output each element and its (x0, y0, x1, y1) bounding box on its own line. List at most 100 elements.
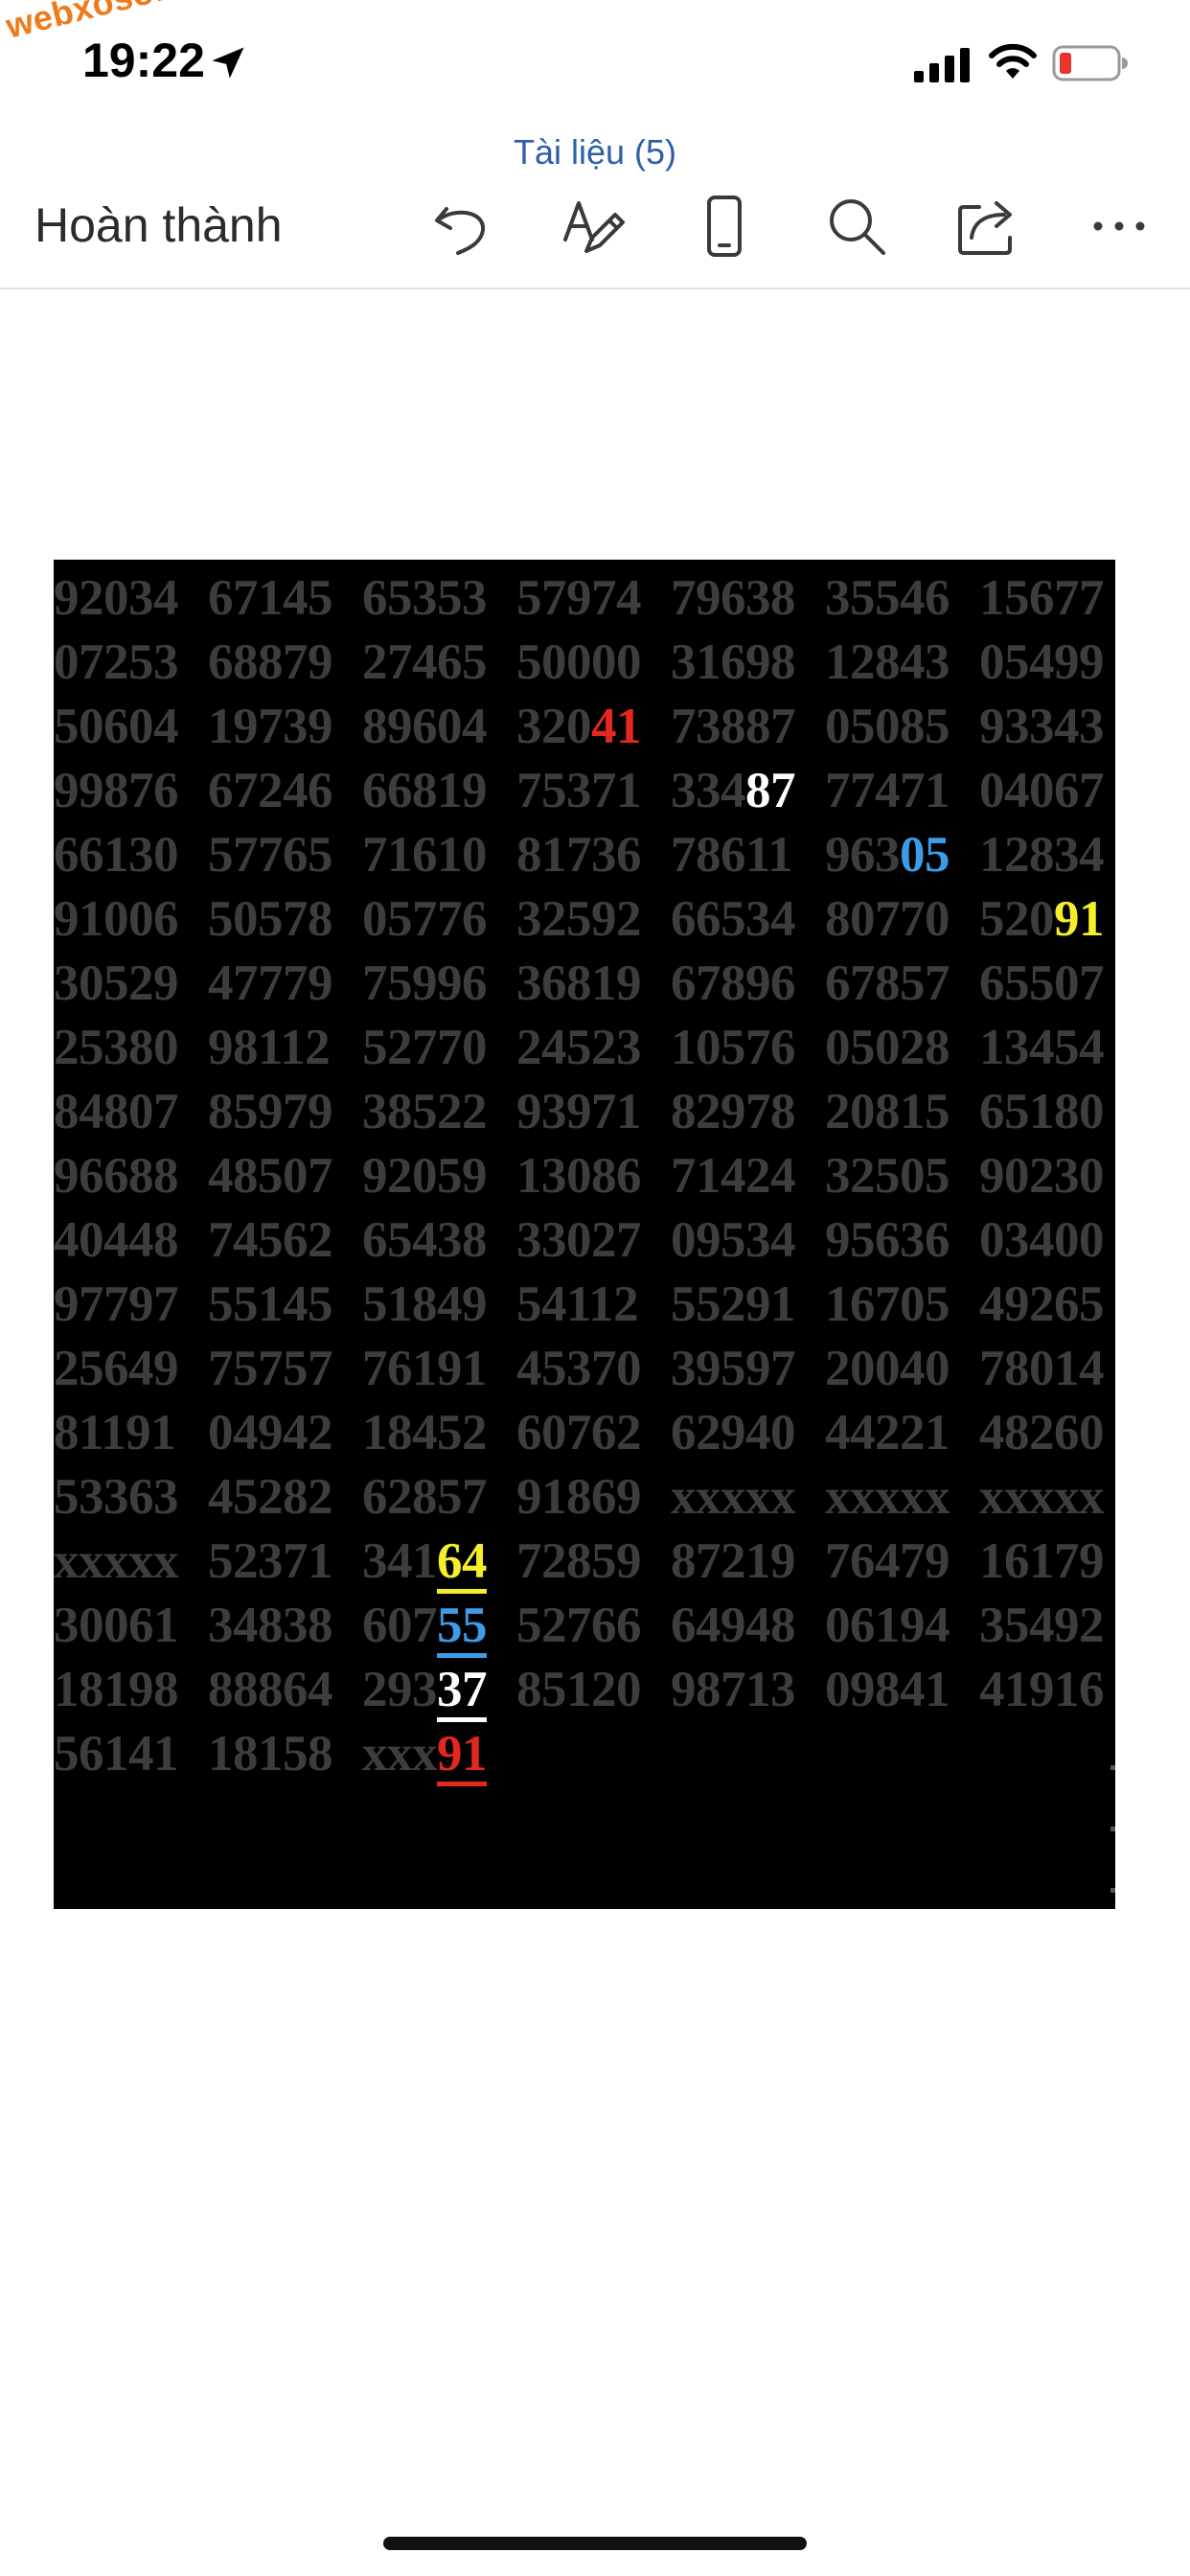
number-text: 78014 (979, 1340, 1105, 1396)
number-cell: 93971 (516, 1083, 671, 1140)
number-cell: 98713 (671, 1661, 825, 1718)
number-text: 19739 (208, 698, 333, 754)
number-text: 93343 (979, 698, 1105, 754)
number-cell: 64948 (671, 1597, 825, 1654)
number-cell: 44221 (825, 1404, 979, 1461)
number-cell: 55145 (208, 1276, 362, 1333)
number-cell: xxxxx (825, 1468, 979, 1526)
number-cell: 65180 (979, 1083, 1115, 1140)
number-text: 05776 (362, 890, 488, 947)
number-text: 47779 (208, 954, 333, 1011)
number-text: 80770 (825, 890, 950, 947)
number-cell: 56141 (54, 1725, 208, 1782)
number-cell: 67896 (671, 954, 825, 1012)
highlighted-number: 87 (745, 762, 796, 818)
number-cell: 75757 (208, 1340, 362, 1397)
number-cell: 32592 (516, 890, 671, 948)
number-cell: 89604 (362, 698, 516, 755)
number-cell: 78014 (979, 1340, 1115, 1397)
number-text: 52371 (208, 1532, 333, 1589)
number-cell: 04942 (208, 1404, 362, 1461)
number-text: 20815 (825, 1083, 950, 1139)
number-cell: 71610 (362, 826, 516, 884)
draw-icon[interactable] (558, 190, 630, 263)
number-text: 18158 (208, 1725, 333, 1782)
number-cell: 73887 (671, 698, 825, 755)
number-cell: 05085 (825, 698, 979, 755)
number-row: 81191 04942 18452 60762 62940 44221 48260 (54, 1400, 1115, 1464)
number-row: 96688 48507 92059 13086 71424 32505 90230 (54, 1143, 1115, 1208)
number-cell: 32505 (825, 1147, 979, 1205)
number-text: xxxxx (671, 1468, 796, 1525)
number-cell: 05776 (362, 890, 516, 948)
number-text: 48260 (979, 1404, 1105, 1460)
document-title[interactable]: Tài liệu (5) (0, 132, 1190, 172)
mobile-view-icon[interactable] (688, 190, 761, 263)
undo-icon[interactable] (425, 190, 498, 263)
number-text: 75996 (362, 954, 488, 1011)
number-cell: 91006 (54, 890, 208, 948)
number-cell: 13086 (516, 1147, 671, 1205)
number-text: 62857 (362, 1468, 488, 1525)
number-cell: 50604 (54, 698, 208, 755)
number-cell: 60762 (516, 1404, 671, 1461)
number-cell: 34838 (208, 1597, 362, 1654)
number-text: 50578 (208, 890, 333, 947)
number-cell: 93343 (979, 698, 1115, 755)
number-text: 67145 (208, 569, 333, 626)
number-text: 32505 (825, 1147, 950, 1204)
number-text: 76191 (362, 1340, 488, 1396)
number-cell: 92059 (362, 1147, 516, 1205)
number-text: 09534 (671, 1211, 796, 1268)
number-text: 25380 (54, 1019, 179, 1075)
number-text: 16179 (979, 1532, 1105, 1589)
number-cell: 16705 (825, 1276, 979, 1333)
number-text: 320 (516, 698, 592, 754)
number-cell: 96688 (54, 1147, 208, 1205)
number-row: 53363 45282 62857 91869 xxxxx xxxxx xxxxx (54, 1464, 1115, 1529)
number-text: 38522 (362, 1083, 488, 1139)
number-text: 82978 (671, 1083, 796, 1139)
home-indicator (383, 2537, 807, 2550)
number-row: xxxxx 52371 34164 72859 87219 76479 16179 (54, 1529, 1115, 1594)
number-row: 30061 34838 60755 52766 64948 06194 35492 (54, 1593, 1115, 1658)
number-cell: 05028 (825, 1019, 979, 1076)
number-text: 33027 (516, 1211, 642, 1268)
number-text: 04942 (208, 1404, 333, 1460)
number-cell: 33487 (671, 762, 825, 819)
share-icon[interactable] (950, 190, 1023, 263)
number-cell: 39597 (671, 1340, 825, 1397)
search-icon[interactable] (820, 190, 893, 263)
number-cell: 15677 (979, 569, 1115, 627)
number-text: 62940 (671, 1404, 796, 1460)
number-cell: 20040 (825, 1340, 979, 1397)
number-text: 96688 (54, 1147, 179, 1204)
number-cell: 66130 (54, 826, 208, 884)
number-cell: 19739 (208, 698, 362, 755)
number-cell: 85979 (208, 1083, 362, 1140)
number-text: 49265 (979, 1276, 1105, 1332)
number-row: 99876 67246 66819 75371 33487 77471 04067 (54, 758, 1115, 822)
number-text: 55291 (671, 1276, 796, 1332)
number-cell: 24523 (516, 1019, 671, 1076)
number-text: 44221 (825, 1404, 950, 1460)
number-cell: 82978 (671, 1083, 825, 1140)
number-cell: 41916 (979, 1661, 1115, 1718)
more-icon[interactable] (1083, 190, 1156, 263)
number-cell: 05499 (979, 633, 1115, 691)
number-text: 79638 (671, 569, 796, 626)
number-text: 50000 (516, 633, 642, 690)
number-cell: 74562 (208, 1211, 362, 1269)
number-text: 66534 (671, 890, 796, 947)
done-button[interactable]: Hoàn thành (34, 197, 283, 253)
number-text: 32592 (516, 890, 642, 947)
number-text: 24523 (516, 1019, 642, 1075)
number-cell: 31698 (671, 633, 825, 691)
number-text: 56141 (54, 1725, 179, 1782)
number-row: 66130 57765 71610 81736 78611 96305 12834 (54, 822, 1115, 886)
number-cell: 51849 (362, 1276, 516, 1333)
number-text: 607 (362, 1597, 438, 1653)
highlighted-number: 55 (437, 1597, 488, 1658)
number-cell: 20815 (825, 1083, 979, 1140)
number-cell: 34164 (362, 1532, 516, 1594)
